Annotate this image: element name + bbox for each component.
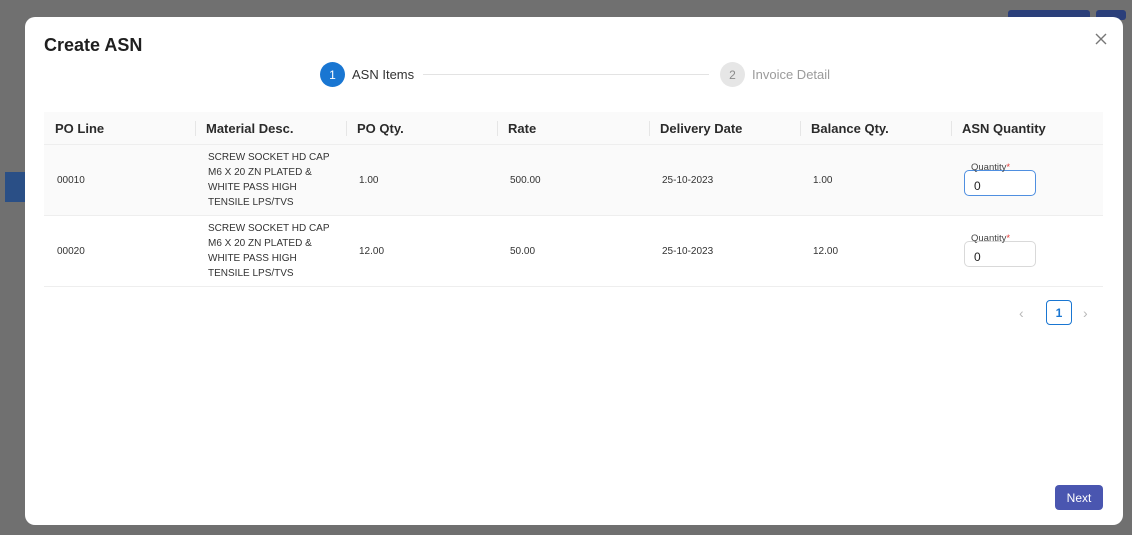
step-number: 2 (720, 62, 745, 87)
cell-material-desc: SCREW SOCKET HD CAP M6 X 20 ZN PLATED & … (208, 223, 330, 279)
step-label: ASN Items (352, 67, 415, 82)
asn-quantity-input[interactable] (964, 170, 1036, 196)
cell-delivery-date: 25-10-2023 (662, 174, 714, 186)
background-sidebar-accent (5, 172, 27, 202)
cell-material-desc: SCREW SOCKET HD CAP M6 X 20 ZN PLATED & … (208, 152, 330, 208)
column-header-material-desc: Material Desc. (195, 112, 346, 145)
chevron-left-icon[interactable]: ‹ (1019, 305, 1024, 321)
next-button[interactable]: Next (1055, 485, 1103, 510)
cell-po-line: 00010 (57, 174, 85, 186)
asn-quantity-field: Quantity* (964, 162, 1036, 196)
cell-po-qty: 12.00 (359, 245, 385, 257)
quantity-label-text: Quantity (971, 233, 1007, 244)
close-icon[interactable] (1092, 30, 1110, 48)
column-header-po-line: PO Line (55, 121, 105, 136)
cell-po-qty: 1.00 (359, 174, 379, 186)
table-row: 00010 SCREW SOCKET HD CAP M6 X 20 ZN PLA… (44, 145, 1103, 216)
step-asn-items[interactable]: 1 ASN Items (320, 62, 414, 87)
step-label: Invoice Detail (752, 67, 831, 82)
column-header-po-qty: PO Qty. (346, 112, 497, 145)
required-mark: * (1006, 233, 1011, 244)
cell-rate: 500.00 (510, 174, 541, 186)
table-header: PO Line Material Desc. PO Qty. Rate Deli… (44, 112, 1103, 145)
step-invoice-detail[interactable]: 2 Invoice Detail (720, 62, 830, 87)
step-connector (423, 74, 709, 75)
chevron-right-icon[interactable]: › (1083, 305, 1088, 321)
quantity-label: Quantity* (969, 233, 1012, 244)
asn-quantity-input[interactable] (964, 241, 1036, 267)
create-asn-modal: Create ASN 1 ASN Items 2 Invoice Detail … (25, 17, 1123, 525)
column-header-balance-qty: Balance Qty. (800, 112, 951, 145)
required-mark: * (1006, 162, 1011, 173)
pagination-page-1[interactable]: 1 (1046, 300, 1072, 325)
cell-balance-qty: 12.00 (813, 245, 839, 257)
cell-balance-qty: 1.00 (813, 174, 833, 186)
modal-title: Create ASN (44, 35, 143, 55)
cell-rate: 50.00 (510, 245, 536, 257)
column-header-asn-quantity: ASN Quantity (951, 112, 1103, 145)
cell-delivery-date: 25-10-2023 (662, 245, 714, 257)
asn-quantity-field: Quantity* (964, 233, 1036, 267)
step-number: 1 (320, 62, 345, 87)
table-row: 00020 SCREW SOCKET HD CAP M6 X 20 ZN PLA… (44, 216, 1103, 287)
column-header-rate: Rate (497, 112, 649, 145)
column-header-delivery-date: Delivery Date (649, 112, 800, 145)
quantity-label: Quantity* (969, 162, 1012, 173)
quantity-label-text: Quantity (971, 162, 1007, 173)
cell-po-line: 00020 (57, 245, 85, 257)
asn-items-table: PO Line Material Desc. PO Qty. Rate Deli… (44, 112, 1103, 287)
